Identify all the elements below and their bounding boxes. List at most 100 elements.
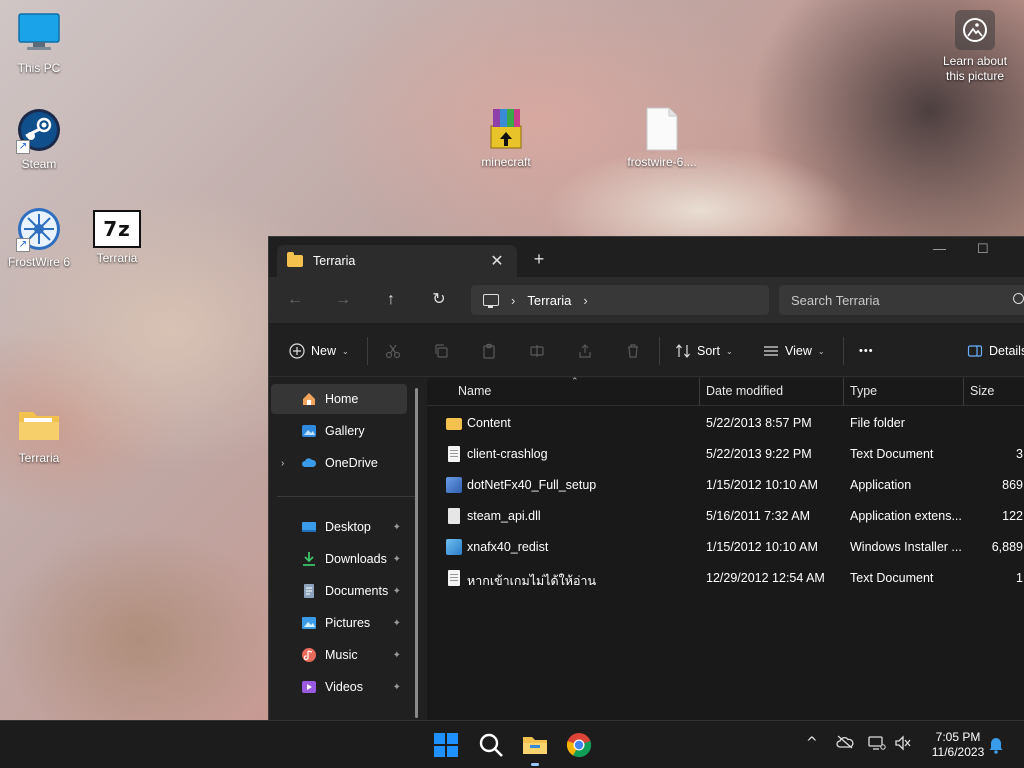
file-date: 1/15/2012 10:10 AM (706, 478, 818, 492)
breadcrumb-terraria[interactable]: Terraria (527, 293, 571, 308)
file-row[interactable]: steam_api.dll 5/16/2011 7:32 AM Applicat… (427, 501, 1024, 531)
winrar-archive-icon (483, 106, 529, 152)
steam-icon: ↗ (16, 108, 62, 154)
close-tab-button[interactable]: ✕ (487, 251, 507, 271)
show-hidden-icons-button[interactable]: ^ (806, 735, 818, 751)
file-row[interactable]: dotNetFx40_Full_setup 1/15/2012 10:10 AM… (427, 470, 1024, 500)
breadcrumb-chevron[interactable]: › (583, 293, 587, 308)
view-button[interactable]: View ⌄ (763, 339, 825, 363)
sort-button[interactable]: Sort ⌄ (675, 339, 733, 363)
file-row[interactable]: Content 5/22/2013 8:57 PM File folder (427, 408, 1024, 438)
onedrive-tray-icon[interactable] (836, 735, 854, 753)
nav-item-onedrive[interactable]: › OneDrive (271, 448, 407, 478)
notifications-bell-icon[interactable] (988, 736, 1004, 758)
search-input[interactable] (779, 285, 1024, 315)
rename-icon (529, 343, 545, 359)
chrome-taskbar-button[interactable] (565, 731, 593, 759)
application-icon (446, 477, 462, 493)
file-row[interactable]: หากเข้าเกมไม่ได้ให้อ่าน 12/29/2012 12:54… (427, 563, 1024, 593)
start-button[interactable] (432, 731, 460, 759)
nav-item-downloads[interactable]: Downloads ✦ (271, 544, 407, 574)
volume-muted-tray-icon[interactable] (894, 735, 912, 755)
search-button[interactable] (477, 731, 505, 759)
nav-item-desktop[interactable]: Desktop ✦ (271, 512, 407, 542)
desktop-icon (302, 522, 316, 532)
new-button[interactable]: New ⌄ (289, 339, 349, 363)
desktop-icon-frostwire[interactable]: ↗ FrostWire 6 (1, 206, 77, 269)
cut-button[interactable] (385, 339, 401, 363)
column-divider[interactable] (699, 378, 700, 406)
shortcut-arrow-icon: ↗ (16, 238, 30, 252)
address-bar[interactable]: › Terraria › (471, 285, 769, 315)
column-divider[interactable] (843, 378, 844, 406)
desktop-icon-terraria-7z[interactable]: 7z Terraria (79, 206, 155, 265)
column-divider[interactable] (963, 378, 964, 406)
chevron-down-icon: ⌄ (725, 346, 733, 356)
new-label: New (311, 344, 337, 358)
copy-button[interactable] (433, 339, 449, 363)
gallery-icon (302, 425, 316, 437)
desktop-icon-this-pc[interactable]: This PC (1, 12, 77, 75)
learn-about-line2: this picture (945, 69, 1005, 83)
title-bar: Terraria ✕ + — ☐ (269, 237, 1024, 277)
nav-item-pictures[interactable]: Pictures ✦ (271, 608, 407, 638)
column-header-size[interactable]: Size (970, 384, 994, 398)
clock[interactable]: 7:05 PM 11/6/2023 (920, 730, 996, 760)
pin-icon: ✦ (392, 585, 401, 597)
desktop-icon-label: FrostWire 6 (7, 255, 70, 269)
file-row[interactable]: client-crashlog 5/22/2013 9:22 PM Text D… (427, 439, 1024, 469)
nav-item-music[interactable]: Music ✦ (271, 640, 407, 670)
spotlight-icon (955, 10, 995, 50)
chrome-icon (566, 733, 592, 758)
picture-icon (302, 617, 316, 629)
column-header-name[interactable]: Name (458, 384, 491, 398)
pin-icon: ✦ (392, 681, 401, 693)
forward-button[interactable]: → (331, 289, 355, 311)
back-button[interactable]: ← (283, 289, 307, 311)
nav-item-gallery[interactable]: Gallery (271, 416, 407, 446)
network-tray-icon[interactable] (868, 735, 886, 755)
file-date: 5/22/2013 8:57 PM (706, 416, 812, 430)
file-name: steam_api.dll (467, 509, 541, 523)
command-bar: New ⌄ Sort ⌄ View ⌄ ••• Details (269, 323, 1024, 377)
file-row[interactable]: xnafx40_redist 1/15/2012 10:10 AM Window… (427, 532, 1024, 562)
learn-about-picture-button[interactable]: Learn about this picture (933, 10, 1017, 84)
up-button[interactable]: ↑ (379, 289, 403, 311)
expand-chevron-icon[interactable]: › (281, 458, 284, 469)
file-list: ⌃ Name Date modified Type Size Content 5… (427, 376, 1024, 721)
column-header-type[interactable]: Type (850, 384, 877, 398)
active-indicator (531, 763, 539, 766)
nav-item-home[interactable]: Home (271, 384, 407, 414)
refresh-button[interactable]: ↻ (427, 289, 451, 311)
rename-button[interactable] (529, 339, 545, 363)
column-header-date[interactable]: Date modified (706, 384, 783, 398)
share-button[interactable] (577, 339, 593, 363)
file-date: 1/15/2012 10:10 AM (706, 540, 818, 554)
search-icon (1013, 293, 1024, 304)
desktop-icon-frostwire-installer[interactable]: frostwire-6.... (624, 106, 700, 169)
divider (277, 496, 415, 497)
more-options-button[interactable]: ••• (859, 339, 874, 363)
delete-button[interactable] (625, 339, 641, 363)
file-size: 3 (1016, 447, 1023, 461)
tab-terraria[interactable]: Terraria ✕ (277, 245, 517, 277)
file-explorer-window: Terraria ✕ + — ☐ ← → ↑ ↻ › Terraria › Ne… (268, 236, 1024, 721)
video-icon (302, 681, 316, 693)
maximize-button[interactable]: ☐ (977, 241, 989, 257)
desktop-icon-steam[interactable]: ↗ Steam (1, 108, 77, 171)
desktop-icon-minecraft[interactable]: minecraft (468, 106, 544, 169)
details-pane-button[interactable]: Details (967, 339, 1024, 363)
folder-icon (16, 402, 62, 448)
nav-item-documents[interactable]: Documents ✦ (271, 576, 407, 606)
file-type: Text Document (850, 447, 934, 461)
desktop-icon-terraria-folder[interactable]: Terraria (1, 402, 77, 465)
paste-button[interactable] (481, 339, 497, 363)
new-tab-button[interactable]: + (527, 249, 551, 270)
minimize-button[interactable]: — (933, 241, 946, 256)
nav-item-videos[interactable]: Videos ✦ (271, 672, 407, 702)
file-explorer-taskbar-button[interactable] (521, 731, 549, 766)
dll-file-icon (448, 508, 460, 524)
file-type: Application (850, 478, 912, 492)
taskbar: ^ 7:05 PM 11/6/2023 (0, 720, 1024, 768)
nav-pane-scrollbar[interactable] (415, 388, 418, 718)
